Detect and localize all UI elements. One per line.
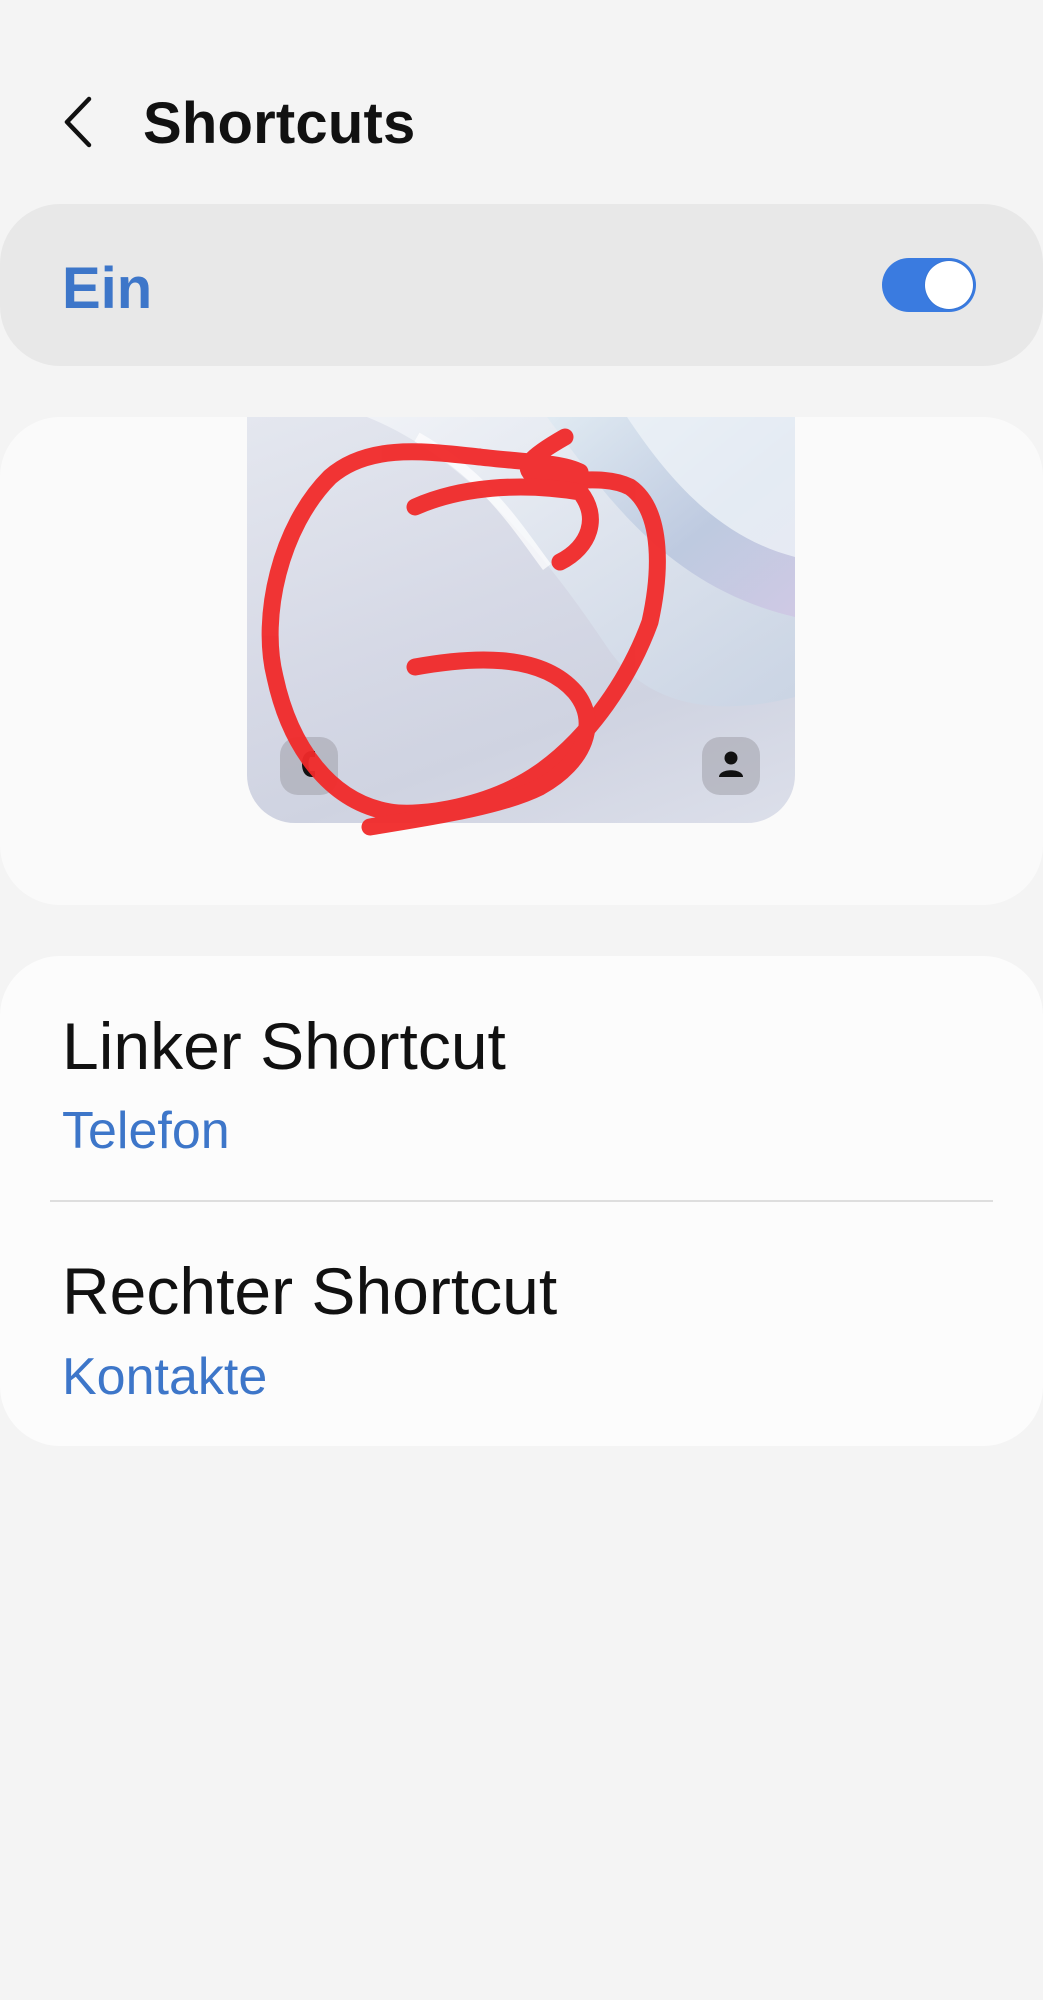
toggle-knob	[925, 261, 973, 309]
master-switch-row[interactable]: Ein	[0, 204, 1043, 366]
right-shortcut-preview[interactable]	[702, 737, 760, 795]
top-app-bar: Shortcuts	[0, 60, 1043, 190]
page-title: Shortcuts	[143, 91, 416, 156]
phone-icon	[296, 748, 322, 785]
shortcut-options-card: Linker Shortcut Telefon Rechter Shortcut…	[0, 956, 1043, 1446]
contact-person-icon	[717, 749, 745, 784]
left-shortcut-value: Telefon	[62, 1102, 230, 1160]
lockscreen-preview-card	[0, 417, 1043, 905]
right-shortcut-option[interactable]: Rechter Shortcut Kontakte	[0, 1201, 1043, 1431]
left-shortcut-option[interactable]: Linker Shortcut Telefon	[0, 956, 1043, 1186]
right-shortcut-value: Kontakte	[62, 1348, 268, 1406]
right-shortcut-title: Rechter Shortcut	[62, 1254, 558, 1328]
lockscreen-preview	[247, 417, 795, 823]
master-switch-label: Ein	[62, 256, 153, 321]
left-shortcut-title: Linker Shortcut	[62, 1009, 506, 1083]
master-toggle-switch[interactable]	[882, 258, 976, 312]
chevron-left-icon	[61, 95, 95, 154]
back-button[interactable]	[46, 92, 110, 156]
left-shortcut-preview[interactable]	[280, 737, 338, 795]
